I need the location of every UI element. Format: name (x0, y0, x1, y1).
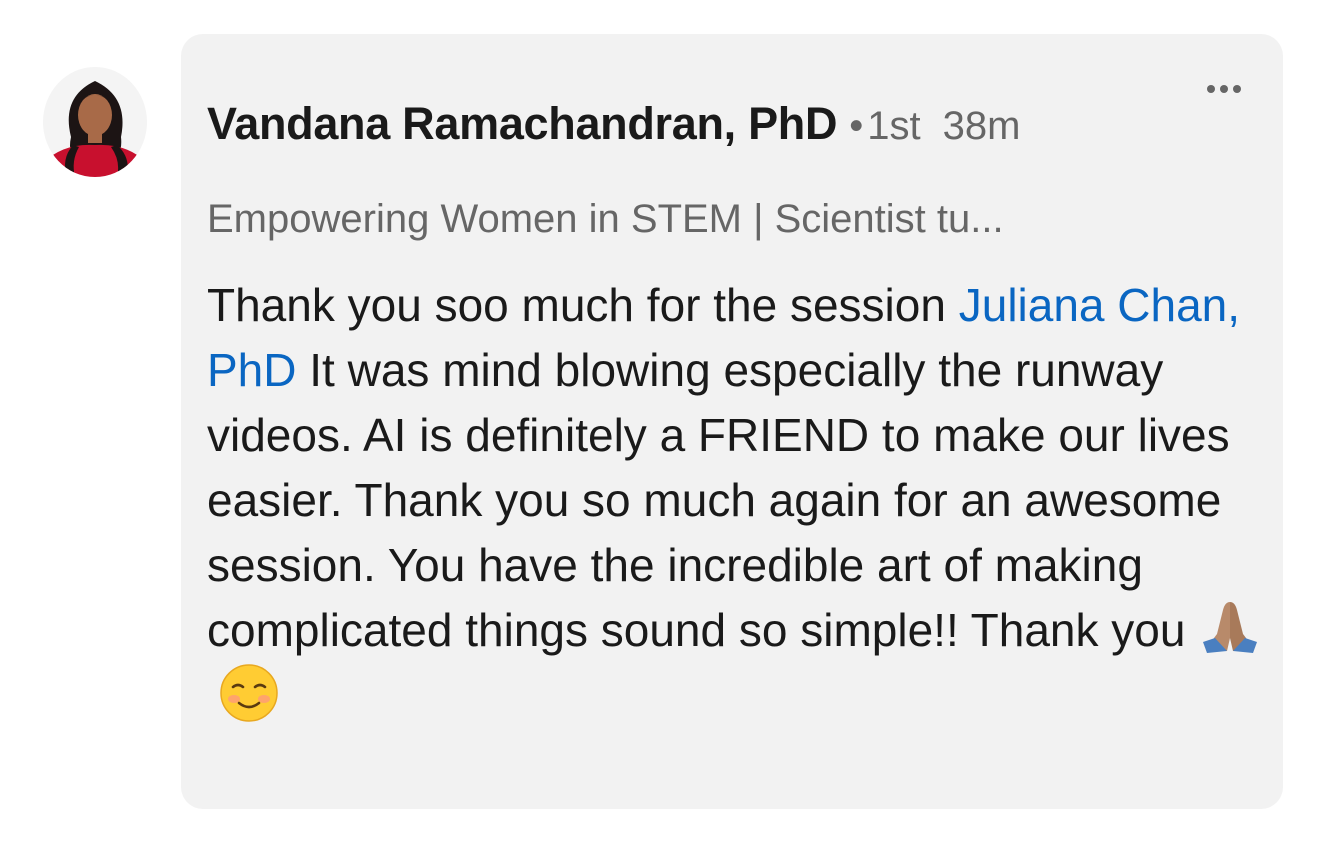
folded-hands-icon (1197, 598, 1263, 654)
meta-separator: • (849, 104, 864, 148)
comment-timestamp: 38m (942, 104, 1021, 148)
connection-degree: 1st (867, 104, 921, 148)
more-options-button[interactable] (1196, 74, 1252, 104)
comment-header: Vandana Ramachandran, PhD • 1st 38m (207, 96, 1020, 152)
avatar-photo (43, 67, 147, 177)
comment-text-start: Thank you soo much for the session (207, 279, 959, 331)
smiling-face-icon (219, 663, 279, 723)
comment-text: Thank you soo much for the session Julia… (207, 273, 1267, 732)
more-dot-icon (1233, 85, 1241, 93)
more-dot-icon (1220, 85, 1228, 93)
more-dot-icon (1207, 85, 1215, 93)
author-headline: Empowering Women in STEM | Scientist tu.… (207, 197, 1004, 241)
comment-text-rest: It was mind blowing especially the runwa… (207, 344, 1230, 656)
author-name[interactable]: Vandana Ramachandran, PhD (207, 98, 838, 149)
author-avatar[interactable] (43, 67, 147, 177)
